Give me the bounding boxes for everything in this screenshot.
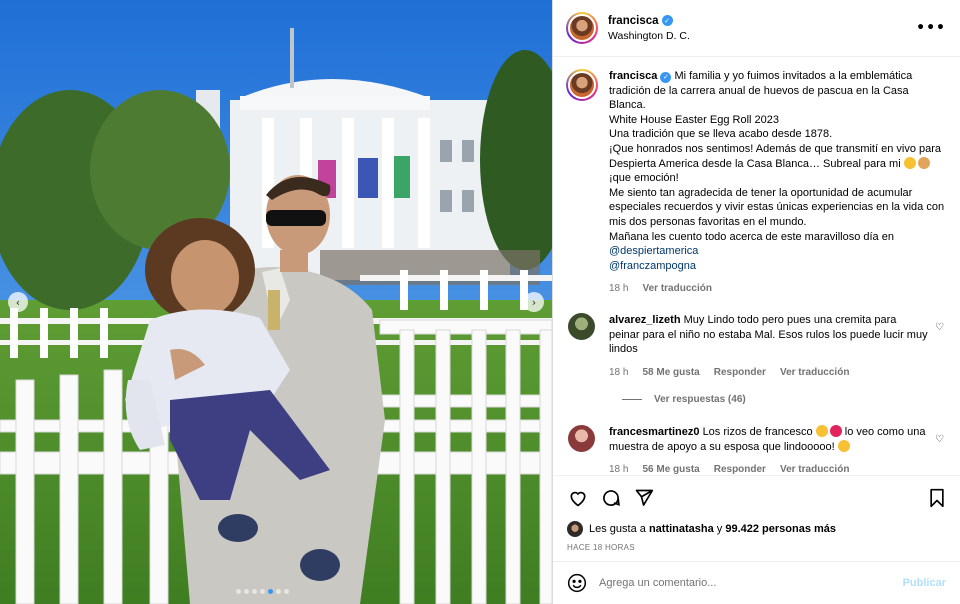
caption-meta: 18 h Ver traducción (609, 282, 946, 297)
comment-like-heart-icon[interactable]: ♡ (935, 322, 944, 333)
see-translation-button[interactable]: Ver traducción (642, 282, 711, 297)
post-header: francisca ✓ Washington D. C. ••• (553, 0, 960, 57)
red-heart-emoji-icon (829, 425, 842, 438)
emoji-group (837, 439, 850, 452)
likes-connector: y (716, 523, 723, 535)
caption-time[interactable]: 18 h (609, 282, 628, 297)
mention-link[interactable]: @despiertamerica (609, 244, 946, 259)
comment-username[interactable]: francesmartinez0 (609, 426, 700, 438)
comment-likes[interactable]: 58 Me gusta (642, 366, 699, 381)
reply-button[interactable]: Responder (714, 366, 766, 381)
reply-button[interactable]: Responder (714, 463, 766, 475)
see-translation-button[interactable]: Ver traducción (780, 366, 849, 381)
post-timestamp[interactable]: HACE 18 HORAS (553, 539, 960, 561)
comment-meta: 18 h 56 Me gusta Responder Ver traducció… (609, 463, 929, 475)
likes-prefix: Les gusta a (589, 523, 646, 535)
post-actions (553, 475, 960, 519)
liker-username[interactable]: nattinatasha (649, 523, 714, 535)
caption-username[interactable]: francisca (609, 70, 657, 82)
publish-button[interactable]: Publicar (903, 577, 946, 589)
view-replies-label: Ver respuestas (46) (654, 394, 746, 406)
comment-icon[interactable] (600, 487, 622, 509)
heart-icon[interactable] (567, 487, 589, 509)
emoji-group (903, 156, 930, 169)
caption-text-5: ¡que emoción! (609, 172, 679, 185)
comment: francesmartinez0 Los rizos de francesco … (566, 425, 946, 475)
heart-eyes-emoji-icon (837, 439, 850, 452)
comment-input[interactable] (599, 577, 903, 589)
send-icon[interactable] (633, 487, 655, 509)
carousel-dot (284, 589, 289, 594)
carousel-dot (268, 589, 273, 594)
post-location[interactable]: Washington D. C. (608, 30, 916, 42)
carousel-dots (236, 589, 289, 594)
carousel-dot (260, 589, 265, 594)
chevron-left-icon: ‹ (15, 295, 21, 309)
view-replies-button[interactable]: Ver respuestas (46) (622, 394, 946, 405)
post-side-panel: francisca ✓ Washington D. C. ••• francis… (552, 0, 960, 604)
commenter-avatar[interactable] (568, 425, 595, 453)
next-slide-button[interactable]: › (524, 292, 544, 312)
emoji-picker-icon[interactable] (567, 573, 587, 593)
add-comment-bar: Publicar (553, 561, 960, 604)
caption-text-3: Una tradición que se lleva acabo desde 1… (609, 128, 833, 141)
comment-like-heart-icon[interactable]: ♡ (935, 434, 944, 445)
caption-avatar[interactable] (566, 69, 598, 101)
caption: francisca ✓ Mi familia y yo fuimos invit… (566, 69, 946, 297)
face-with-hands-emoji-icon (815, 425, 828, 438)
mention-link[interactable]: @franczampogna (609, 259, 946, 274)
replies-divider (622, 399, 642, 401)
comment-username[interactable]: alvarez_lizeth (609, 314, 681, 326)
comment-time[interactable]: 18 h (609, 463, 628, 475)
more-options-icon[interactable]: ••• (916, 20, 946, 36)
carousel-dot (276, 589, 281, 594)
post-photo[interactable]: ‹ › (0, 0, 552, 604)
see-translation-button[interactable]: Ver traducción (780, 463, 849, 475)
comment: alvarez_lizeth Muy Lindo todo pero pues … (566, 312, 946, 381)
author-username[interactable]: francisca (608, 15, 659, 27)
author-avatar[interactable] (566, 12, 598, 44)
commenter-avatar[interactable] (568, 312, 595, 340)
caption-text-6: Me siento tan agradecida de tener la opo… (609, 186, 945, 228)
folded-hands-emoji-icon (917, 156, 930, 169)
previous-slide-button[interactable]: ‹ (8, 292, 28, 312)
comments-section: francisca ✓ Mi familia y yo fuimos invit… (553, 57, 960, 475)
comment-meta: 18 h 58 Me gusta Responder Ver traducció… (609, 366, 929, 381)
chevron-right-icon: › (531, 295, 537, 309)
bookmark-icon[interactable] (926, 487, 948, 509)
liker-avatar[interactable] (567, 521, 583, 537)
carousel-dot (244, 589, 249, 594)
carousel-dot (252, 589, 257, 594)
caption-text-4: ¡Que honrados nos sentimos! Además de qu… (609, 142, 942, 170)
photo-scene (0, 0, 552, 604)
carousel-dot (236, 589, 241, 594)
verified-badge-icon: ✓ (661, 15, 673, 26)
caption-text-7: Mañana les cuento todo acerca de este ma… (609, 230, 894, 243)
comment-time[interactable]: 18 h (609, 366, 628, 381)
likes-summary[interactable]: Les gusta a nattinatasha y 99.422 person… (553, 519, 960, 539)
comment-text: Los rizos de francesco (702, 426, 813, 439)
comment-likes[interactable]: 56 Me gusta (642, 463, 699, 475)
instagram-post: ‹ › francisca ✓ Washington D. C. ••• fra… (0, 0, 960, 604)
star-struck-emoji-icon (903, 156, 916, 169)
caption-text-2: White House Easter Egg Roll 2023 (609, 113, 779, 126)
likes-count[interactable]: 99.422 personas más (725, 523, 836, 535)
verified-badge-icon: ✓ (660, 71, 672, 83)
emoji-group (815, 425, 842, 438)
